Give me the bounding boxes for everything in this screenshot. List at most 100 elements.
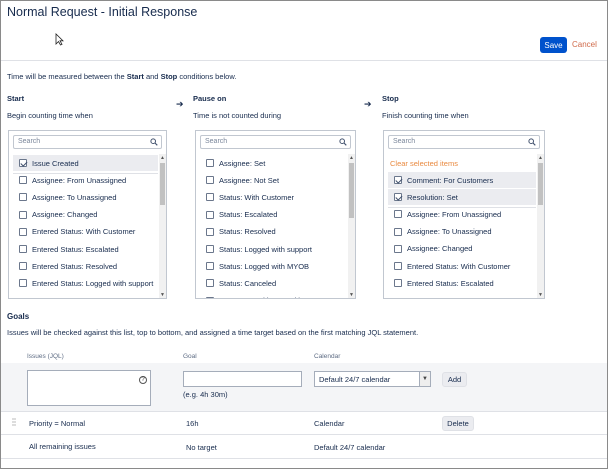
- start-condition-item[interactable]: Entered Status: Resolved: [13, 258, 158, 274]
- checkbox-icon[interactable]: [206, 296, 214, 298]
- pause-condition-label: Assignee: Not Set: [219, 175, 280, 185]
- stop-subheading: Finish counting time when: [382, 111, 469, 120]
- stop-condition-label: Assignee: Changed: [407, 244, 473, 254]
- row-2-issues: All remaining issues: [29, 442, 96, 451]
- pause-condition-item[interactable]: Status: Canceled: [200, 275, 347, 291]
- goal-input[interactable]: [183, 371, 302, 387]
- scroll-down-icon: ▼: [538, 292, 543, 298]
- scroll-thumb[interactable]: [349, 163, 354, 218]
- stop-selected-divider: [388, 207, 536, 209]
- start-condition-label: Assignee: To Unassigned: [32, 192, 117, 202]
- checkbox-icon[interactable]: [394, 244, 402, 253]
- pause-condition-item[interactable]: Status: Logged with MYOB: [200, 258, 347, 274]
- pause-condition-item[interactable]: Status: Logged with support: [200, 241, 347, 257]
- mouse-cursor-icon: [55, 33, 64, 46]
- goals-description: Issues will be checked against this list…: [7, 328, 419, 337]
- start-condition-item[interactable]: Entered Status: Logged with support: [13, 275, 158, 291]
- start-condition-item[interactable]: Issue Created: [13, 155, 158, 171]
- header-divider: [1, 60, 607, 61]
- start-scrollbar[interactable]: ▲ ▼: [159, 154, 166, 298]
- intro-text: Time will be measured between the Start …: [7, 72, 237, 81]
- scroll-thumb[interactable]: [160, 163, 165, 205]
- stop-scrollbar[interactable]: ▲ ▼: [537, 154, 544, 298]
- checkbox-icon[interactable]: [394, 227, 402, 236]
- stop-condition-item[interactable]: Assignee: From Unassigned: [388, 206, 536, 222]
- start-condition-label: Assignee: From Unassigned: [32, 175, 127, 185]
- stop-condition-item[interactable]: Assignee: To Unassigned: [388, 224, 536, 240]
- pause-condition-item[interactable]: Status: Escalated: [200, 207, 347, 223]
- checkbox-icon[interactable]: [19, 210, 27, 219]
- checkbox-icon[interactable]: [394, 262, 402, 270]
- stop-condition-label: Entered Status: With Customer: [407, 261, 511, 271]
- goal-hint: (e.g. 4h 30m): [183, 390, 228, 399]
- row-1-issues: Priority = Normal: [29, 419, 86, 428]
- drag-handle-icon[interactable]: [12, 418, 16, 426]
- pause-condition-item[interactable]: Status: With Customer: [200, 189, 347, 205]
- save-button[interactable]: Save: [540, 37, 567, 53]
- help-icon[interactable]: ?: [139, 376, 147, 384]
- stop-conditions-panel: Search Clear selected items Comment: For…: [383, 130, 545, 299]
- pause-condition-label: Assignee: Set: [219, 158, 266, 168]
- start-condition-item[interactable]: Assignee: Changed: [13, 207, 158, 223]
- stop-condition-item[interactable]: Entered Status: Escalated: [388, 275, 536, 291]
- stop-condition-label: Assignee: From Unassigned: [407, 209, 502, 219]
- checkbox-icon[interactable]: [19, 279, 27, 288]
- checkbox-icon[interactable]: [394, 279, 402, 288]
- start-condition-label: Entered Status: Resolved: [32, 261, 118, 271]
- header-calendar: Calendar: [314, 353, 341, 360]
- pause-condition-item[interactable]: Status: Transition to With Customer: [200, 293, 347, 298]
- start-condition-item[interactable]: Assignee: To Unassigned: [13, 189, 158, 205]
- pause-condition-item[interactable]: Assignee: Not Set: [200, 172, 347, 188]
- start-condition-item[interactable]: Entered Status: With Customer: [13, 224, 158, 240]
- pause-conditions-panel: Search Assignee: Set Assignee: Not Set Sta…: [195, 130, 356, 299]
- checkbox-icon[interactable]: [206, 262, 214, 271]
- cancel-link[interactable]: Cancel: [572, 40, 597, 49]
- checkbox-icon[interactable]: [206, 176, 214, 185]
- stop-search-input[interactable]: Search: [388, 135, 540, 149]
- add-goal-button[interactable]: Add: [442, 372, 467, 387]
- jql-textarea[interactable]: ?: [27, 370, 151, 406]
- start-search-input[interactable]: Search: [13, 135, 162, 149]
- stop-condition-item[interactable]: Assignee: Changed: [388, 241, 536, 257]
- page-title: Normal Request - Initial Response: [7, 5, 198, 19]
- checkbox-icon[interactable]: [19, 245, 27, 253]
- row-2-goal: No target: [186, 443, 217, 452]
- header-goal: Goal: [183, 353, 197, 360]
- checkbox-checked-icon[interactable]: [394, 176, 402, 184]
- checkbox-icon[interactable]: [206, 245, 214, 253]
- checkbox-checked-icon[interactable]: [19, 159, 27, 167]
- checkbox-icon[interactable]: [19, 193, 27, 202]
- row-2-calendar: Default 24/7 calendar: [314, 443, 386, 452]
- pause-condition-label: Status: With Customer: [219, 192, 295, 202]
- pause-condition-item[interactable]: Assignee: Set: [200, 155, 347, 171]
- scroll-thumb[interactable]: [538, 163, 543, 205]
- pause-search-input[interactable]: Search: [200, 135, 351, 149]
- checkbox-icon[interactable]: [19, 227, 27, 236]
- checkbox-icon[interactable]: [19, 176, 27, 185]
- checkbox-icon[interactable]: [206, 210, 214, 219]
- checkbox-icon[interactable]: [206, 279, 214, 288]
- clear-selected-link[interactable]: Clear selected items: [390, 159, 458, 168]
- checkbox-checked-icon[interactable]: [394, 193, 402, 202]
- stop-condition-item[interactable]: Resolution: Set: [388, 189, 536, 206]
- pause-condition-item[interactable]: Status: Resolved: [200, 224, 347, 240]
- checkbox-icon[interactable]: [19, 262, 27, 271]
- start-condition-item[interactable]: Assignee: From Unassigned: [13, 172, 158, 188]
- pause-scrollbar[interactable]: ▲ ▼: [348, 154, 355, 298]
- scroll-down-icon: ▼: [160, 292, 165, 298]
- pause-condition-label: Status: Escalated: [219, 210, 278, 220]
- stop-condition-label: Resolution: Set: [407, 192, 458, 202]
- stop-condition-item[interactable]: Entered Status: With Customer: [388, 258, 536, 274]
- pause-condition-label: Status: Transition to With Customer: [219, 296, 337, 298]
- delete-goal-button[interactable]: Delete: [442, 416, 474, 431]
- checkbox-icon[interactable]: [206, 227, 214, 236]
- pause-heading: Pause on: [193, 94, 227, 103]
- calendar-select[interactable]: Default 24/7 calendar ▼: [314, 371, 431, 387]
- pause-subheading: Time is not counted during: [193, 111, 282, 120]
- checkbox-icon[interactable]: [206, 193, 214, 202]
- start-condition-item[interactable]: Entered Status: Escalated: [13, 241, 158, 257]
- checkbox-icon[interactable]: [206, 159, 214, 167]
- checkbox-icon[interactable]: [394, 210, 402, 219]
- pause-condition-label: Status: Logged with support: [219, 244, 312, 254]
- stop-condition-item[interactable]: Comment: For Customers: [388, 172, 536, 188]
